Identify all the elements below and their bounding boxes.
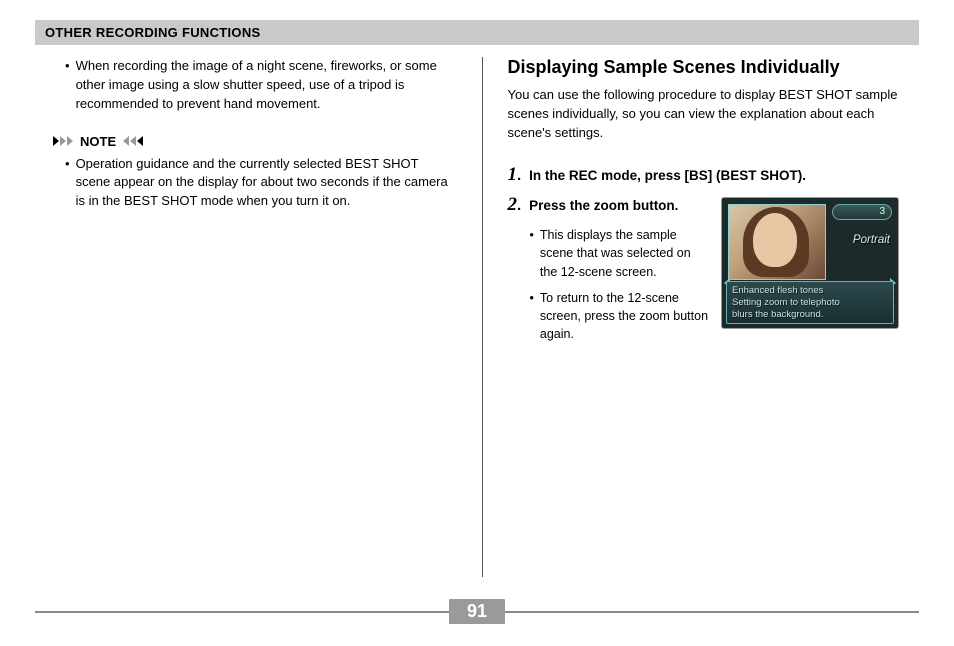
step-1: 1. In the REC mode, press [BS] (BEST SHO… bbox=[508, 165, 900, 186]
lcd-screenshot: 3 Portrait Enhanced flesh tones Setting … bbox=[721, 197, 899, 329]
footer-rule bbox=[35, 611, 449, 613]
intro-text: You can use the following procedure to d… bbox=[508, 86, 900, 143]
step-number: 1. bbox=[508, 165, 522, 186]
step-2-text: Press the zoom button. bbox=[529, 195, 678, 216]
subsection-title: Displaying Sample Scenes Individually bbox=[508, 57, 900, 78]
lcd-scene-label: Portrait bbox=[853, 234, 890, 246]
lcd-desc-line: blurs the background. bbox=[732, 309, 888, 321]
column-divider bbox=[482, 57, 483, 577]
note-text: Operation guidance and the currently sel… bbox=[76, 155, 457, 212]
note-label: NOTE bbox=[80, 134, 116, 149]
page-footer: 91 bbox=[35, 599, 919, 624]
tip-bullet: • When recording the image of a night sc… bbox=[65, 57, 457, 114]
lcd-scene-number-badge: 3 bbox=[832, 204, 892, 220]
lcd-description-box: Enhanced flesh tones Setting zoom to tel… bbox=[726, 281, 894, 325]
bullet-dot: • bbox=[65, 155, 70, 212]
footer-rule bbox=[505, 611, 919, 613]
bullet-dot: • bbox=[530, 289, 534, 343]
step-1-text: In the REC mode, press [BS] (BEST SHOT). bbox=[529, 165, 806, 186]
lcd-sample-photo bbox=[728, 204, 826, 280]
bullet-dot: • bbox=[65, 57, 70, 114]
page-number: 91 bbox=[449, 599, 505, 624]
step-2: 2. Press the zoom button. bbox=[508, 195, 710, 216]
note-heading: NOTE bbox=[53, 134, 457, 149]
step-2-sub-2: • To return to the 12-scene screen, pres… bbox=[530, 289, 710, 343]
lcd-desc-line: Enhanced flesh tones bbox=[732, 285, 888, 297]
note-marker-right-icon bbox=[122, 136, 143, 146]
note-marker-left-icon bbox=[53, 136, 74, 146]
left-column: • When recording the image of a night sc… bbox=[35, 57, 477, 577]
right-column: Displaying Sample Scenes Individually Yo… bbox=[488, 57, 920, 577]
sub-text: To return to the 12-scene screen, press … bbox=[540, 289, 709, 343]
tip-text: When recording the image of a night scen… bbox=[76, 57, 457, 114]
section-header: OTHER RECORDING FUNCTIONS bbox=[35, 20, 919, 45]
step-number: 2. bbox=[508, 195, 522, 216]
sub-text: This displays the sample scene that was … bbox=[540, 226, 709, 280]
lcd-desc-line: Setting zoom to telephoto bbox=[732, 297, 888, 309]
bullet-dot: • bbox=[530, 226, 534, 280]
step-2-sub-1: • This displays the sample scene that wa… bbox=[530, 226, 710, 280]
note-bullet: • Operation guidance and the currently s… bbox=[65, 155, 457, 212]
